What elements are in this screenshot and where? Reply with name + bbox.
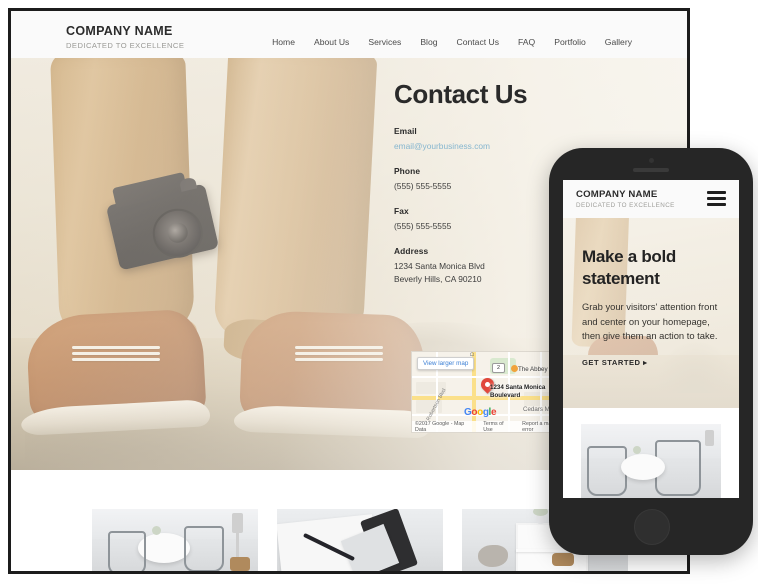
nav-item-gallery[interactable]: Gallery [605,37,632,47]
nav-item-contact-us[interactable]: Contact Us [457,37,500,47]
mobile-lower-section [563,408,739,498]
get-started-button[interactable]: GET STARTED ▸ [582,358,718,367]
mobile-brand-block[interactable]: COMPANY NAME DEDICATED TO EXCELLENCE [576,189,675,209]
mobile-hero-copy: Make a bold statement Grab your visitors… [582,246,718,367]
decor-stone [478,545,508,567]
poi-marker-icon [511,365,518,372]
mobile-hero-section: Make a bold statement Grab your visitors… [563,218,739,408]
route-shield-icon: 2 [492,363,505,373]
map-street-label-top: Doheny Dr [470,352,476,356]
email-value[interactable]: email@yourbusiness.com [394,140,579,153]
nav-item-about-us[interactable]: About Us [314,37,349,47]
page-title: Contact Us [394,79,528,109]
chair-right [184,526,224,571]
map-marker-label: 1234 Santa Monica Boulevard [490,384,546,399]
small-plant [152,526,161,535]
email-label: Email [394,126,417,136]
mobile-table [621,454,665,480]
gallery-image-dining [92,509,258,571]
mobile-brand-tagline: DEDICATED TO EXCELLENCE [576,202,675,209]
brand-tagline: DEDICATED TO EXCELLENCE [66,41,185,50]
mobile-interior-photo [581,424,721,498]
main-navigation: Home About Us Services Blog Contact Us F… [272,37,632,47]
poi-label-abbey: The Abbey [518,366,548,373]
google-logo: Google [464,407,497,418]
mobile-brand-name: COMPANY NAME [576,189,658,200]
lamp-shade [232,513,243,533]
mobile-feature-image[interactable] [581,424,721,498]
screenshot-root: COMPANY NAME DEDICATED TO EXCELLENCE Hom… [0,0,758,585]
nav-item-home[interactable]: Home [272,37,295,47]
google-logo-letter: e [490,407,497,418]
side-basket [230,557,250,571]
home-button[interactable] [634,509,670,545]
map-terms-link[interactable]: Terms of Use [483,421,513,433]
mobile-chair-left [587,446,627,496]
brand-name: COMPANY NAME [66,24,173,38]
front-camera-icon [648,158,654,163]
view-larger-map-button[interactable]: View larger map [417,357,475,370]
flowers [533,509,548,516]
woven-basket [552,553,574,566]
nav-item-portfolio[interactable]: Portfolio [554,37,586,47]
nav-item-faq[interactable]: FAQ [518,37,535,47]
lamp-stand [236,533,239,559]
mobile-body-text: Grab your visitors' attention front and … [582,301,718,342]
google-map-embed[interactable]: N Robertson Blvd Doheny Dr View larger m… [411,351,569,433]
brand-block[interactable]: COMPANY NAME DEDICATED TO EXCELLENCE [66,24,184,51]
gallery-thumb-1[interactable] [92,509,258,571]
mobile-lamp [705,430,714,446]
gallery-thumb-2[interactable] [277,509,443,571]
mobile-headline: Make a bold statement [582,247,677,288]
chair-left [108,531,146,571]
hamburger-icon[interactable] [707,191,726,206]
mobile-plant [633,446,641,454]
map-attribution-bar: ©2017 Google - Map Data Terms of Use Rep… [412,421,568,432]
map-copyright: ©2017 Google - Map Data [415,420,465,433]
site-header: COMPANY NAME DEDICATED TO EXCELLENCE Hom… [11,11,687,58]
nav-item-blog[interactable]: Blog [420,37,437,47]
phone-mockup: COMPANY NAME DEDICATED TO EXCELLENCE Mak… [549,148,753,555]
phone-speaker [633,168,669,172]
mobile-header: COMPANY NAME DEDICATED TO EXCELLENCE [563,180,739,218]
gallery-image-desk [277,509,443,571]
phone-screen: COMPANY NAME DEDICATED TO EXCELLENCE Mak… [563,180,739,498]
nav-item-services[interactable]: Services [368,37,401,47]
